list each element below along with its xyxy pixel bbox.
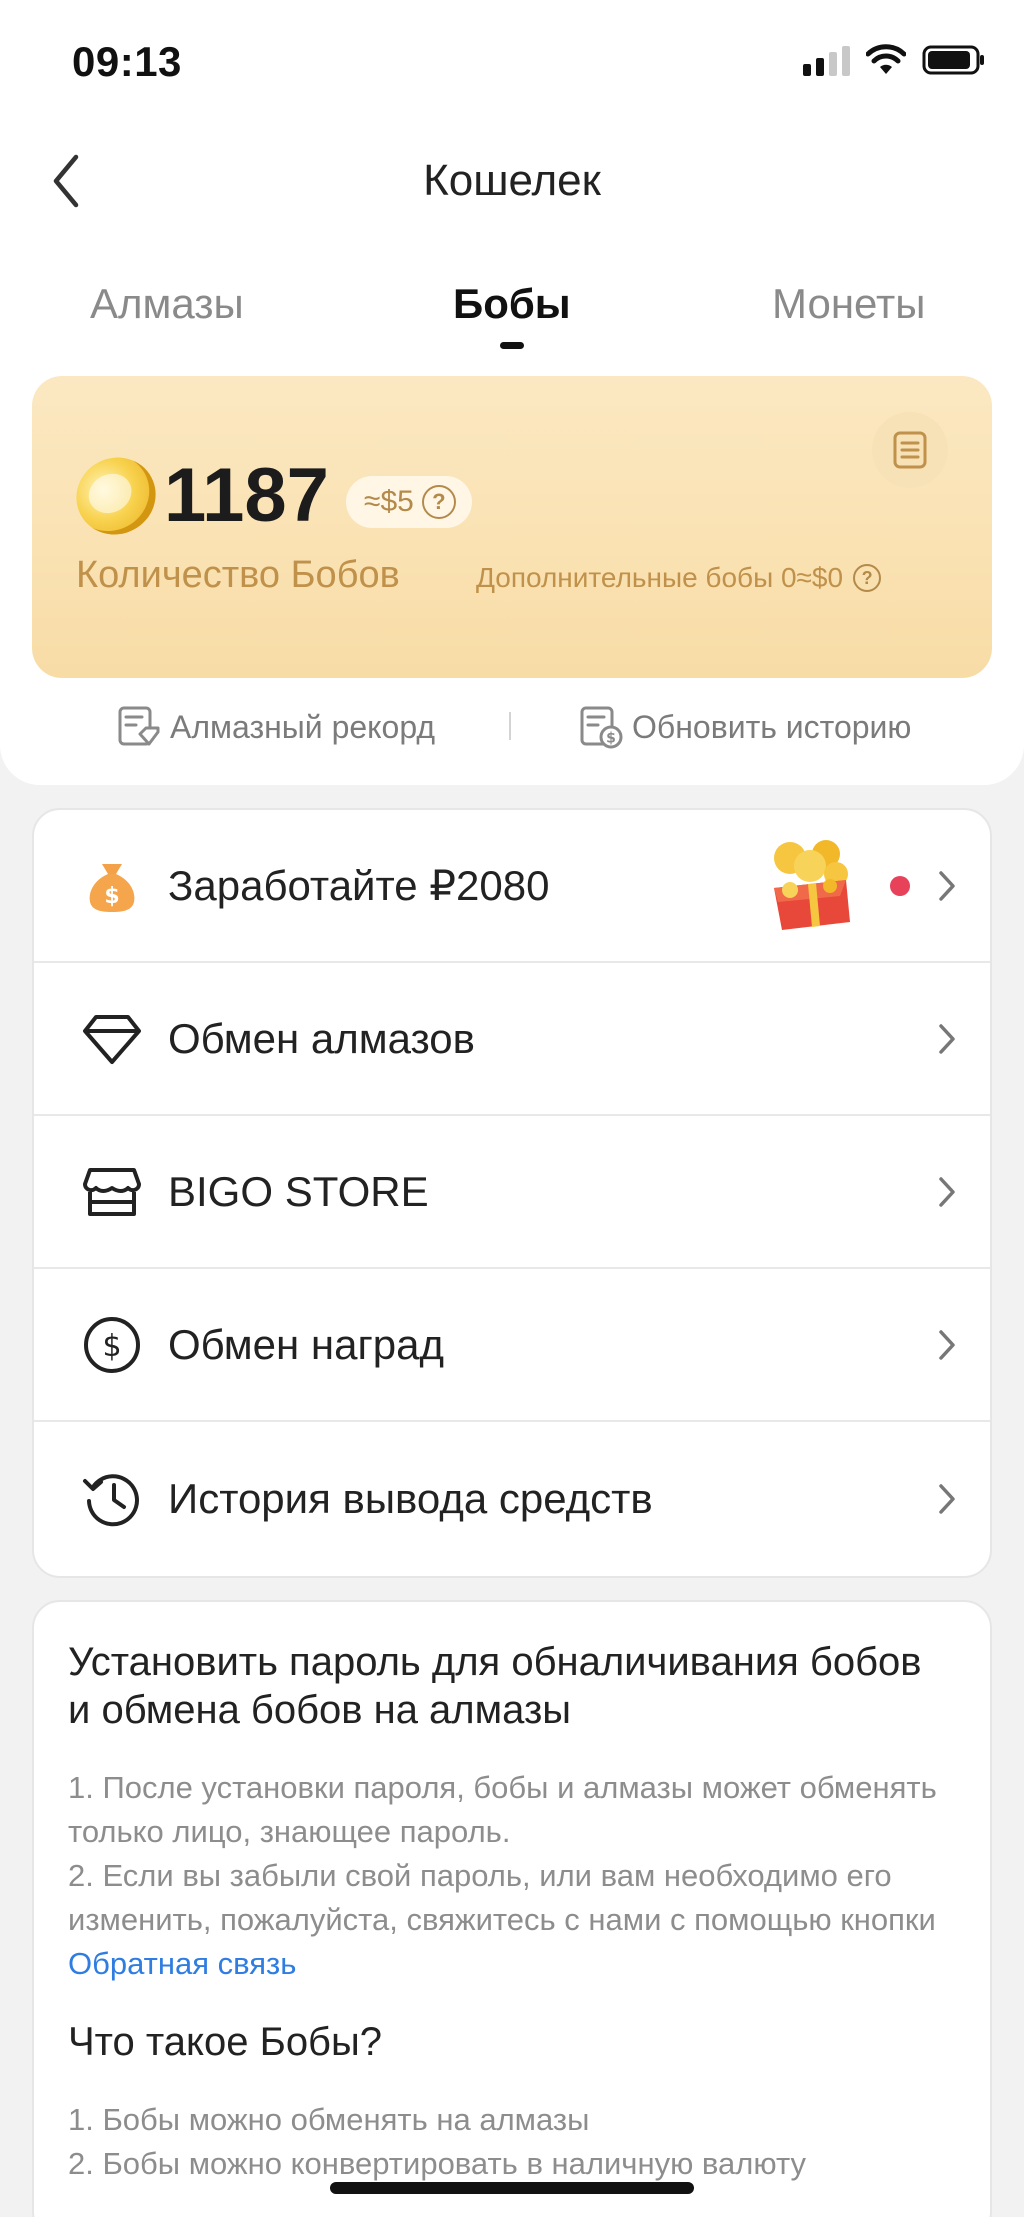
money-bag-icon: $ <box>80 854 144 918</box>
balance-card: 1187 ≈$5 ? Количество Бобов Дополнительн… <box>32 376 992 678</box>
battery-icon <box>922 45 984 75</box>
menu-label: Заработайте ₽2080 <box>168 862 550 909</box>
tab-coins[interactable]: Монеты <box>772 280 925 328</box>
menu-item-bigo-store[interactable]: BIGO STORE <box>34 1116 990 1269</box>
extra-beans[interactable]: Дополнительные бобы 0≈$0 ? <box>476 562 882 594</box>
bean-balance: 1187 <box>164 453 329 538</box>
usd-equivalent-pill[interactable]: ≈$5 ? <box>346 476 472 528</box>
tab-beans[interactable]: Бобы <box>453 280 571 328</box>
feedback-link[interactable]: Обратная связь <box>68 1946 296 1981</box>
active-tab-indicator <box>500 342 524 349</box>
menu-label: Обмен наград <box>168 1320 444 1368</box>
svg-text:$: $ <box>104 884 119 909</box>
beans-info-title: Что такое Бобы? <box>68 2020 382 2064</box>
records-row: Алмазный рекорд $ Обновить историю <box>0 700 1024 756</box>
menu-item-diamond-exchange[interactable]: Обмен алмазов <box>34 963 990 1116</box>
menu-label: История вывода средств <box>168 1474 653 1522</box>
store-icon <box>80 1160 144 1224</box>
usd-equivalent: ≈$5 <box>364 485 414 518</box>
update-history-link[interactable]: $ Обновить историю <box>578 704 911 750</box>
notification-dot <box>890 875 910 896</box>
bill-history-icon: $ <box>580 706 623 749</box>
diamond-record-icon <box>118 706 160 746</box>
cellular-signal-icon <box>803 44 850 76</box>
page-title: Кошелек <box>423 156 601 205</box>
wifi-icon <box>866 44 906 74</box>
help-icon: ? <box>421 485 456 519</box>
dollar-circle-icon: $ <box>80 1313 144 1377</box>
password-info-text: 1. После установки пароля, бобы и алмазы… <box>68 1766 968 1986</box>
wallet-menu: $ Заработайте ₽2080 Обмен алмазов BIGO S… <box>32 808 992 1578</box>
menu-item-withdrawal-history[interactable]: История вывода средств <box>34 1422 990 1575</box>
home-indicator[interactable] <box>330 2182 694 2194</box>
document-icon <box>893 431 927 469</box>
extra-beans-text: Дополнительные бобы 0≈$0 <box>476 562 844 593</box>
diamond-record-label: Алмазный рекорд <box>170 708 436 745</box>
update-history-label: Обновить историю <box>632 708 912 745</box>
balance-label: Количество Бобов <box>76 554 400 596</box>
menu-item-earn[interactable]: $ Заработайте ₽2080 <box>34 810 990 963</box>
divider <box>509 712 511 740</box>
gift-box-icon <box>760 836 860 936</box>
chevron-right-icon <box>934 1019 960 1059</box>
history-icon <box>80 1467 144 1531</box>
chevron-right-icon <box>934 1172 960 1212</box>
tab-diamonds[interactable]: Алмазы <box>90 280 244 328</box>
status-time: 09:13 <box>72 38 182 85</box>
menu-label: BIGO STORE <box>168 1167 429 1215</box>
beans-info-text: 1. Бобы можно обменять на алмазы 2. Бобы… <box>68 2098 968 2186</box>
menu-item-reward-exchange[interactable]: $ Обмен наград <box>34 1269 990 1422</box>
details-button[interactable] <box>872 412 948 488</box>
svg-text:$: $ <box>606 731 616 747</box>
menu-label: Обмен алмазов <box>168 1014 475 1062</box>
svg-text:$: $ <box>102 1329 121 1364</box>
info-line-2: 2. Если вы забыли свой пароль, или вам н… <box>68 1854 968 1986</box>
diamond-icon <box>80 1007 144 1071</box>
status-icons <box>803 44 986 76</box>
chevron-right-icon <box>934 866 960 906</box>
info-line-1: 1. После установки пароля, бобы и алмазы… <box>68 1770 937 1849</box>
help-icon: ? <box>853 564 882 592</box>
info-line-2-text: 2. Если вы забыли свой пароль, или вам н… <box>68 1858 936 1937</box>
chevron-right-icon <box>934 1479 960 1519</box>
beans-info-line-2: 2. Бобы можно конвертировать в наличную … <box>68 2146 806 2181</box>
password-info-title: Установить пароль для обналичивания бобо… <box>68 1640 922 1732</box>
wallet-screen: 09:13 Кошелек Алмазы Бобы Монеты 1187 ≈$… <box>0 0 1024 2217</box>
chevron-right-icon <box>934 1325 960 1365</box>
info-card: Установить пароль для обналичивания бобо… <box>32 1600 992 2217</box>
diamond-record-link[interactable]: Алмазный рекорд <box>116 704 435 750</box>
header-area: 09:13 Кошелек Алмазы Бобы Монеты 1187 ≈$… <box>0 0 1024 785</box>
beans-info-line-1: 1. Бобы можно обменять на алмазы <box>68 2102 590 2137</box>
bean-coin-icon <box>62 443 170 549</box>
